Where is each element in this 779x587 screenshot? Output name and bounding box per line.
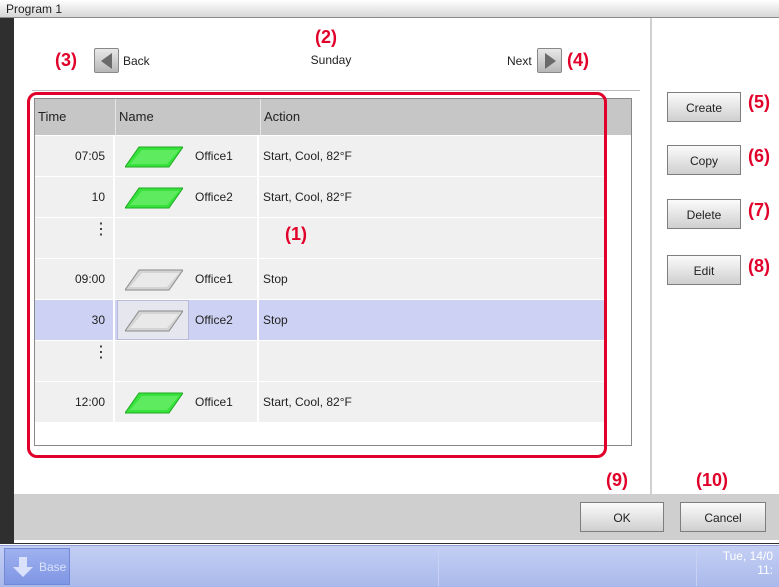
table-highlight-box <box>27 92 607 458</box>
down-arrow-icon <box>13 557 33 577</box>
annotation-4: (4) <box>567 50 589 70</box>
annotation-9: (9) <box>606 470 628 490</box>
datetime-display: Tue, 14/0 11: <box>723 549 773 577</box>
annotation-7: (7) <box>748 200 770 220</box>
day-label: Sunday <box>310 53 352 67</box>
panel-divider <box>650 18 652 494</box>
header-divider <box>32 90 640 91</box>
edit-button[interactable]: Edit <box>667 255 741 285</box>
next-arrow-button[interactable] <box>537 48 562 73</box>
annotation-10: (10) <box>696 470 729 490</box>
next-label[interactable]: Next <box>507 54 532 68</box>
footer-bar <box>14 494 779 540</box>
taskbar-separator <box>696 548 697 586</box>
back-label[interactable]: Back <box>123 54 150 68</box>
copy-button[interactable]: Copy <box>667 145 741 175</box>
time-text: 11: <box>757 563 773 577</box>
base-label: Base <box>39 560 67 574</box>
annotation-8: (8) <box>748 256 770 276</box>
ok-button[interactable]: OK <box>580 502 664 532</box>
annotation-2: (2) <box>315 27 337 47</box>
right-arrow-icon <box>545 53 556 69</box>
date-text: Tue, 14/0 <box>722 549 773 563</box>
back-arrow-button[interactable] <box>94 48 119 73</box>
base-button[interactable]: Base <box>4 548 70 585</box>
cancel-button[interactable]: Cancel <box>680 502 766 532</box>
annotation-3: (3) <box>55 50 77 70</box>
annotation-5: (5) <box>748 92 770 112</box>
create-button[interactable]: Create <box>667 92 741 122</box>
left-arrow-icon <box>101 53 112 69</box>
taskbar-separator <box>438 548 439 586</box>
window-title: Program 1 <box>0 0 779 18</box>
delete-button[interactable]: Delete <box>667 199 741 229</box>
annotation-6: (6) <box>748 146 770 166</box>
taskbar: Base Tue, 14/0 11: <box>0 545 779 587</box>
